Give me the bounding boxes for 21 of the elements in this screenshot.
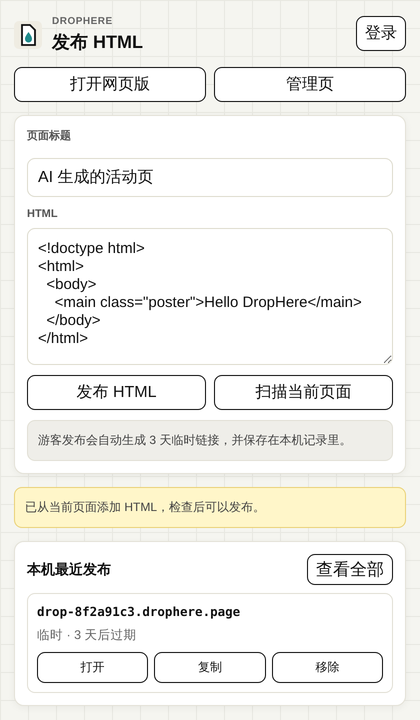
item-action-button[interactable]: 打开 xyxy=(37,652,148,683)
brand-label: DROPHERE xyxy=(52,16,114,27)
notice-banner: 已从当前页面添加 HTML，检查后可以发布。 xyxy=(14,487,406,528)
item-action-button[interactable]: 移除 xyxy=(272,652,383,683)
url-text: drop-8f2a91c3.drophere.page xyxy=(37,604,242,619)
nav-button[interactable]: 管理页 xyxy=(214,67,406,102)
view-all-button[interactable]: 查看全部 xyxy=(307,554,393,585)
app-logo-icon xyxy=(14,21,42,49)
title-input-field[interactable]: AI 生成的活动页 xyxy=(27,158,393,197)
field-label: HTML xyxy=(27,208,59,220)
html-input-field[interactable]: <!doctype html> <html> <body> <main class="poster">Hello DropHere</main> </body> </html> xyxy=(27,228,393,365)
nav-button[interactable]: 打开网页版 xyxy=(14,67,206,102)
page-title: 发布 HTML xyxy=(52,31,144,54)
item-action-button[interactable]: 复制 xyxy=(154,652,266,683)
field-label: 页面标题 xyxy=(27,128,72,143)
action-button[interactable]: 扫描当前页面 xyxy=(214,375,393,410)
login-button[interactable]: 登录 xyxy=(356,16,406,51)
action-button[interactable]: 发布 HTML xyxy=(27,375,206,410)
section-title: 本机最近发布 xyxy=(27,560,111,578)
meta-text: 临时 · 3 天后过期 xyxy=(37,627,138,644)
hint-text: 游客发布会自动生成 3 天临时链接，并保存在本机记录里。 xyxy=(27,420,393,461)
